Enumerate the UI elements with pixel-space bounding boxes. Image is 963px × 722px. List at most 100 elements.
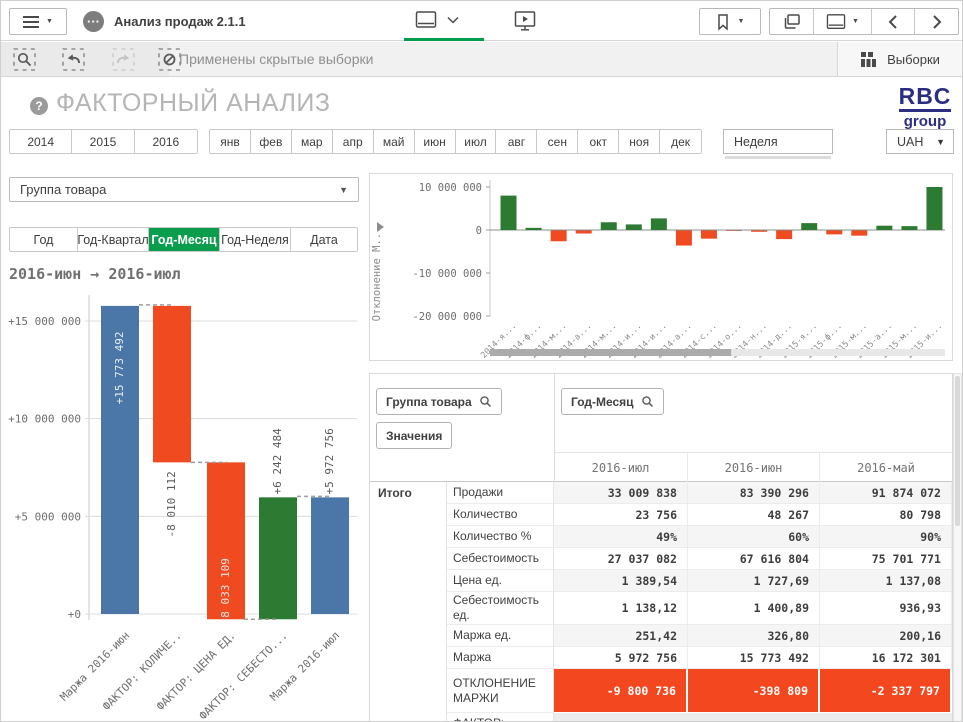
deviation-bar[interactable] <box>801 223 817 230</box>
bookmarks-button[interactable]: ▼ <box>699 8 761 35</box>
pivot-value-cell <box>688 713 820 722</box>
deviation-bar[interactable] <box>501 196 517 230</box>
app-options-icon[interactable]: ··· <box>83 11 104 32</box>
next-sheet-button[interactable] <box>915 9 958 34</box>
month-button[interactable]: фев <box>251 130 292 153</box>
deviation-bar[interactable] <box>901 226 917 230</box>
pivot-row-label: Себестоимость ед. <box>447 592 554 625</box>
month-button[interactable]: июл <box>456 130 497 153</box>
waterfall-bar[interactable] <box>311 497 349 614</box>
pivot-col-label: Год-Месяц <box>571 395 634 409</box>
previous-sheet-button[interactable] <box>872 9 915 34</box>
deviation-bar-chart[interactable]: Отклонение М...10 000 0000-10 000 000-20… <box>370 174 952 360</box>
waterfall-bar[interactable] <box>153 306 191 462</box>
hamburger-icon <box>23 16 39 28</box>
month-button[interactable]: апр <box>333 130 374 153</box>
waterfall-xlabel[interactable]: ФАКТОР: СЕБЕСТО... <box>197 629 290 722</box>
pivot-vertical-scrollbar[interactable] <box>953 373 962 722</box>
tab-дата[interactable]: Дата <box>291 228 357 251</box>
product-group-dropdown[interactable]: Группа товара ▼ <box>9 177 359 202</box>
pivot-column-header[interactable]: 2016-июл <box>554 453 688 482</box>
deviation-bar[interactable] <box>751 231 767 232</box>
year-button[interactable]: 2014 <box>10 130 72 153</box>
table-row: ФАКТОР: <box>447 713 952 722</box>
year-button[interactable]: 2016 <box>135 130 197 153</box>
deviation-hscroll-thumb[interactable] <box>490 349 731 356</box>
sheet-list-button[interactable]: ▼ <box>814 9 872 34</box>
pivot-row-dimension-button[interactable]: Группа товара <box>376 388 502 415</box>
storytelling-button[interactable] <box>513 9 537 38</box>
waterfall-bar[interactable] <box>259 497 297 619</box>
caret-down-icon: ▼ <box>46 18 53 25</box>
deviation-bar[interactable] <box>576 231 592 234</box>
month-button[interactable]: май <box>374 130 415 153</box>
duplicate-icon <box>782 12 802 32</box>
clear-selections-icon[interactable] <box>158 48 181 71</box>
pivot-column-dimension-button[interactable]: Год-Месяц <box>561 388 664 415</box>
deviation-bar[interactable] <box>826 231 842 235</box>
selections-tool-button[interactable]: Выборки <box>837 42 962 76</box>
month-button[interactable]: июн <box>415 130 456 153</box>
pivot-value-cell: 91 874 072 <box>820 482 952 504</box>
waterfall-bar-label: +5 972 756 <box>323 428 336 494</box>
month-button[interactable]: авг <box>496 130 537 153</box>
chevron-right-icon <box>931 14 943 30</box>
month-button[interactable]: ноя <box>619 130 660 153</box>
deviation-bar[interactable] <box>776 231 792 240</box>
pivot-values-button[interactable]: Значения <box>376 422 452 449</box>
pivot-value-cell: 49% <box>554 526 688 548</box>
tab-год-квартал[interactable]: Год-Квартал <box>78 228 149 251</box>
global-menu-button[interactable]: ▼ <box>9 8 67 35</box>
tab-год-неделя[interactable]: Год-Неделя <box>220 228 291 251</box>
pivot-value-cell: 1 389,54 <box>554 570 688 592</box>
smart-search-icon[interactable] <box>13 48 36 71</box>
pivot-body: ИтогоПродажи33 009 83883 390 29691 874 0… <box>370 482 952 722</box>
waterfall-chart[interactable]: +15 000 000+10 000 000+5 000 000+0+15 77… <box>1 287 363 722</box>
deviation-bar[interactable] <box>676 231 692 246</box>
app-title: Анализ продаж 2.1.1 <box>114 14 246 29</box>
deviation-bar[interactable] <box>851 231 867 236</box>
currency-select[interactable]: UAH ▼ <box>886 129 954 154</box>
deviation-bar[interactable] <box>876 226 892 230</box>
deviation-bar[interactable] <box>526 228 542 230</box>
triangle-down-icon: ▼ <box>339 185 348 195</box>
deviation-ytick: -10 000 000 <box>412 268 482 280</box>
month-button[interactable]: мар <box>292 130 333 153</box>
table-row: Маржа5 972 75615 773 49216 172 301 <box>447 647 952 669</box>
caret-down-icon: ▼ <box>852 18 859 25</box>
waterfall-ytick: +15 000 000 <box>8 315 81 328</box>
logo-line1: RBC <box>899 85 952 112</box>
pivot-value-cell: 75 701 771 <box>820 548 952 570</box>
pivot-row-label: Количество <box>447 504 554 526</box>
month-button[interactable]: окт <box>578 130 619 153</box>
pivot-value-cell: 23 756 <box>554 504 688 526</box>
table-row: Себестоимость ед.1 138,121 400,89936,93 <box>447 592 952 625</box>
triangle-down-icon: ▼ <box>936 137 945 147</box>
selections-bar: Применены скрытые выборки Выборки <box>1 42 962 77</box>
week-filter-label: Неделя <box>734 135 778 149</box>
tab-год[interactable]: Год <box>10 228 78 251</box>
month-button[interactable]: янв <box>210 130 251 153</box>
year-button[interactable]: 2015 <box>72 130 134 153</box>
step-back-icon[interactable] <box>62 48 85 71</box>
pivot-column-header[interactable]: 2016-июн <box>688 453 820 482</box>
deviation-bar[interactable] <box>651 218 667 230</box>
deviation-bar[interactable] <box>701 231 717 239</box>
week-filter-input[interactable]: Неделя <box>723 129 833 154</box>
deviation-bar[interactable] <box>626 224 642 230</box>
help-icon[interactable]: ? <box>30 97 48 115</box>
sheet-selector[interactable] <box>415 10 459 30</box>
duplicate-sheet-button[interactable] <box>770 9 814 34</box>
deviation-bar[interactable] <box>601 222 617 230</box>
tab-год-месяц[interactable]: Год-Месяц <box>149 228 220 251</box>
month-button[interactable]: дек <box>660 130 701 153</box>
period-tabs: ГодГод-КварталГод-МесяцГод-НеделяДата <box>9 227 358 252</box>
step-forward-icon[interactable] <box>112 48 135 71</box>
year-filter: 201420152016 <box>9 129 198 154</box>
pivot-value-cell: 1 137,08 <box>820 570 952 592</box>
pivot-value-cell: 33 009 838 <box>554 482 688 504</box>
pivot-column-header[interactable]: 2016-май <box>820 453 952 482</box>
deviation-bar[interactable] <box>551 231 567 242</box>
month-button[interactable]: сен <box>537 130 578 153</box>
deviation-bar[interactable] <box>926 187 942 230</box>
